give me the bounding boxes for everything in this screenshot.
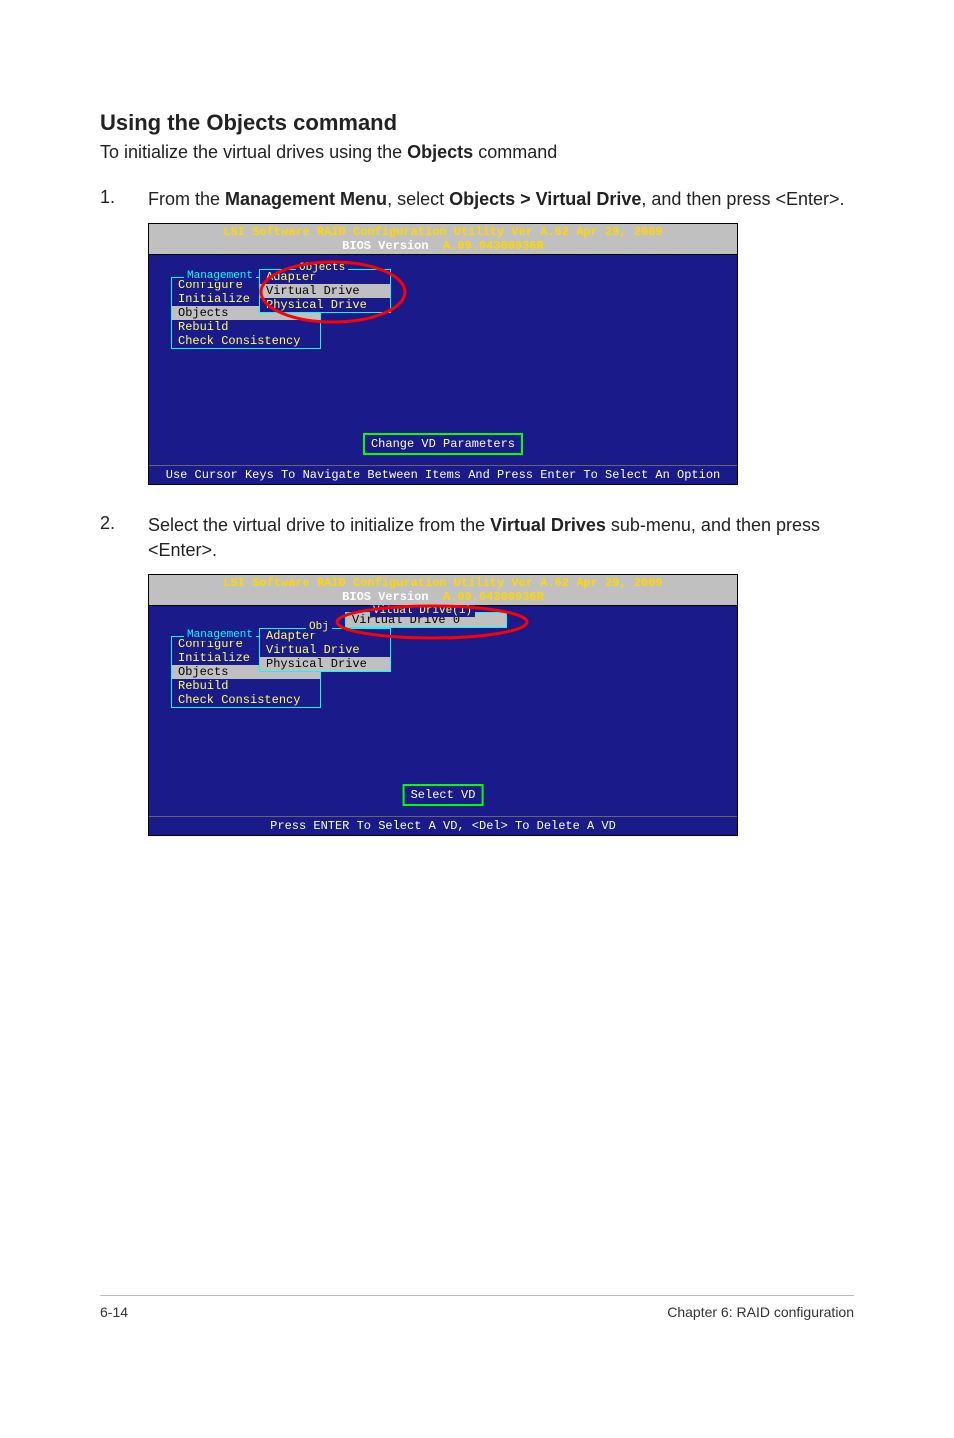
bios-title2-line2-label: BIOS Version xyxy=(342,590,443,604)
mgmt2-item-rebuild[interactable]: Rebuild xyxy=(172,679,320,693)
step-1: 1. From the Management Menu, select Obje… xyxy=(100,187,854,211)
step-2-text: Select the virtual drive to initialize f… xyxy=(148,513,854,562)
step-1-text: From the Management Menu, select Objects… xyxy=(148,187,854,211)
mgmt-item-rebuild[interactable]: Rebuild xyxy=(172,320,320,334)
obj-item-virtual-drive[interactable]: Virtual Drive xyxy=(260,284,390,298)
virtual-drive-menu: Vitual Drive(1) Virtual Drive 0 xyxy=(345,612,507,628)
mgmt-item-check-consistency[interactable]: Check Consistency xyxy=(172,334,320,348)
bios-title-line1: LSI Software RAID Configuration Utility … xyxy=(223,225,662,239)
obj-item-physical-drive[interactable]: Physical Drive xyxy=(260,298,390,312)
step-2-number: 2. xyxy=(100,513,148,534)
intro-bold: Objects xyxy=(407,142,473,162)
bios-footer-hint: Use Cursor Keys To Navigate Between Item… xyxy=(149,465,737,484)
bios-titlebar-2: LSI Software RAID Configuration Utility … xyxy=(149,575,737,606)
intro-post: command xyxy=(473,142,557,162)
virtual-drive-menu-title: Vitual Drive(1) xyxy=(370,605,475,617)
bios-footer-hint-2: Press ENTER To Select A VD, <Del> To Del… xyxy=(149,816,737,835)
bios-title-line2-label: BIOS Version xyxy=(342,239,443,253)
bios-title2-line1: LSI Software RAID Configuration Utility … xyxy=(223,576,662,590)
bios-titlebar: LSI Software RAID Configuration Utility … xyxy=(149,224,737,255)
obj2-item-virtual-drive[interactable]: Virtual Drive xyxy=(260,643,390,657)
chapter-label: Chapter 6: RAID configuration xyxy=(667,1304,854,1320)
bios-figure-1: LSI Software RAID Configuration Utility … xyxy=(148,223,738,485)
bios-figure-2: LSI Software RAID Configuration Utility … xyxy=(148,574,738,836)
obj2-item-physical-drive[interactable]: Physical Drive xyxy=(260,657,390,671)
mgmt2-item-check-consistency[interactable]: Check Consistency xyxy=(172,693,320,707)
bios-status-box: Change VD Parameters xyxy=(363,433,523,455)
intro-paragraph: To initialize the virtual drives using t… xyxy=(100,142,854,163)
bios-status-box-2: Select VD xyxy=(403,784,484,806)
objects-menu-2: Obj Adapter Virtual Drive Physical Drive xyxy=(259,628,391,672)
section-heading: Using the Objects command xyxy=(100,110,854,136)
step-1-number: 1. xyxy=(100,187,148,208)
step-2: 2. Select the virtual drive to initializ… xyxy=(100,513,854,562)
objects-menu-title-2: Obj xyxy=(306,621,332,633)
management-menu-title-2: Management xyxy=(184,629,256,641)
management-menu-title: Management xyxy=(184,270,256,282)
page-footer: 6-14 Chapter 6: RAID configuration xyxy=(100,1295,854,1320)
bios-title2-line2-val: A.09.04300936R xyxy=(443,590,544,604)
intro-pre: To initialize the virtual drives using t… xyxy=(100,142,407,162)
objects-menu: Objects Adapter Virtual Drive Physical D… xyxy=(259,269,391,313)
bios-title-line2-val: A.09.04300936R xyxy=(443,239,544,253)
objects-menu-title: Objects xyxy=(296,262,348,274)
page-number: 6-14 xyxy=(100,1304,128,1320)
